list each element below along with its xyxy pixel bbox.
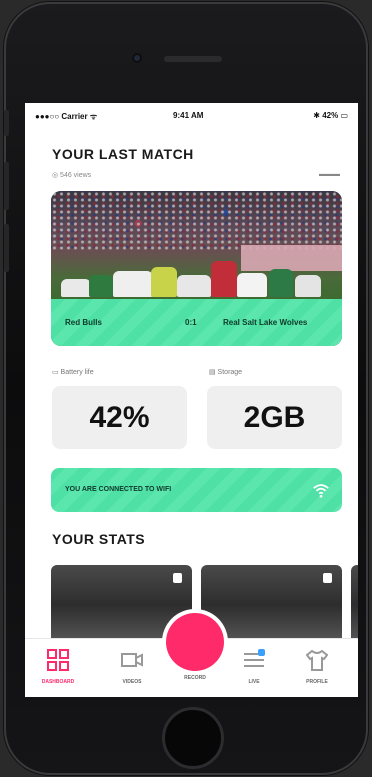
battery-label: ▭ Battery life: [52, 369, 94, 376]
match-score-bar: Red Bulls 0:1 Real Salt Lake Wolves: [51, 299, 342, 346]
mute-switch: [4, 110, 9, 136]
tab-dashboard[interactable]: DASHBOARD: [38, 649, 78, 685]
front-camera: [132, 53, 142, 63]
last-match-card[interactable]: Red Bulls 0:1 Real Salt Lake Wolves: [51, 191, 342, 346]
lock-icon: [323, 573, 332, 583]
list-icon: [244, 649, 265, 667]
storage-value-card: 2GB: [207, 386, 342, 449]
match-tag: ▬▬▬: [319, 171, 340, 178]
views-count: ◎ 546 views: [52, 172, 92, 179]
tab-live[interactable]: LIVE: [234, 649, 274, 685]
phone-frame: ●●●○○ Carrier ᯤ 9:41 AM ✱ 42% ▭ YOUR LAS…: [4, 2, 368, 775]
lock-icon: [173, 573, 182, 583]
wifi-status-text: YOU ARE CONNECTED TO WIFI: [65, 486, 172, 493]
tab-videos[interactable]: VIDEOS: [112, 649, 152, 685]
earpiece-speaker: [164, 56, 222, 62]
tab-record[interactable]: RECORD: [175, 675, 215, 681]
grid-icon: [47, 649, 69, 671]
storage-value: 2GB: [243, 400, 306, 434]
clock: 9:41 AM: [173, 111, 204, 120]
tab-dashboard-label: DASHBOARD: [41, 679, 75, 685]
tab-profile[interactable]: PROFILE: [297, 649, 337, 685]
volume-up-button: [4, 162, 9, 210]
home-button[interactable]: [162, 707, 224, 769]
record-button[interactable]: [166, 613, 224, 671]
shirt-icon: [305, 649, 329, 671]
battery-value-card: 42%: [52, 386, 187, 449]
tab-videos-label: VIDEOS: [122, 679, 142, 685]
players-scrum: [61, 253, 321, 297]
crowd-image: [51, 191, 342, 251]
battery-value: 42%: [89, 400, 150, 434]
your-stats-title: YOUR STATS: [52, 531, 146, 547]
stat-thumbnail[interactable]: [351, 565, 358, 645]
last-match-title: YOUR LAST MATCH: [52, 146, 194, 162]
away-team: Real Salt Lake Wolves: [223, 318, 308, 327]
carrier-label: ●●●○○ Carrier ᯤ: [35, 112, 98, 121]
wifi-icon: [313, 484, 329, 498]
app-screen: ●●●○○ Carrier ᯤ 9:41 AM ✱ 42% ▭ YOUR LAS…: [25, 103, 358, 697]
tab-live-label: LIVE: [248, 679, 260, 685]
tab-profile-label: PROFILE: [306, 679, 328, 685]
wifi-connected-banner[interactable]: YOU ARE CONNECTED TO WIFI: [51, 468, 342, 512]
tab-record-label: RECORD: [184, 675, 206, 681]
status-bar: ●●●○○ Carrier ᯤ 9:41 AM ✱ 42% ▭: [25, 103, 358, 127]
match-score: 0:1: [185, 318, 197, 327]
storage-label: ▤ Storage: [209, 369, 243, 376]
volume-down-button: [4, 224, 9, 272]
match-photo: [51, 191, 342, 299]
home-team: Red Bulls: [65, 318, 102, 327]
battery-indicator: ✱ 42% ▭: [313, 111, 348, 120]
video-icon: [121, 653, 143, 667]
